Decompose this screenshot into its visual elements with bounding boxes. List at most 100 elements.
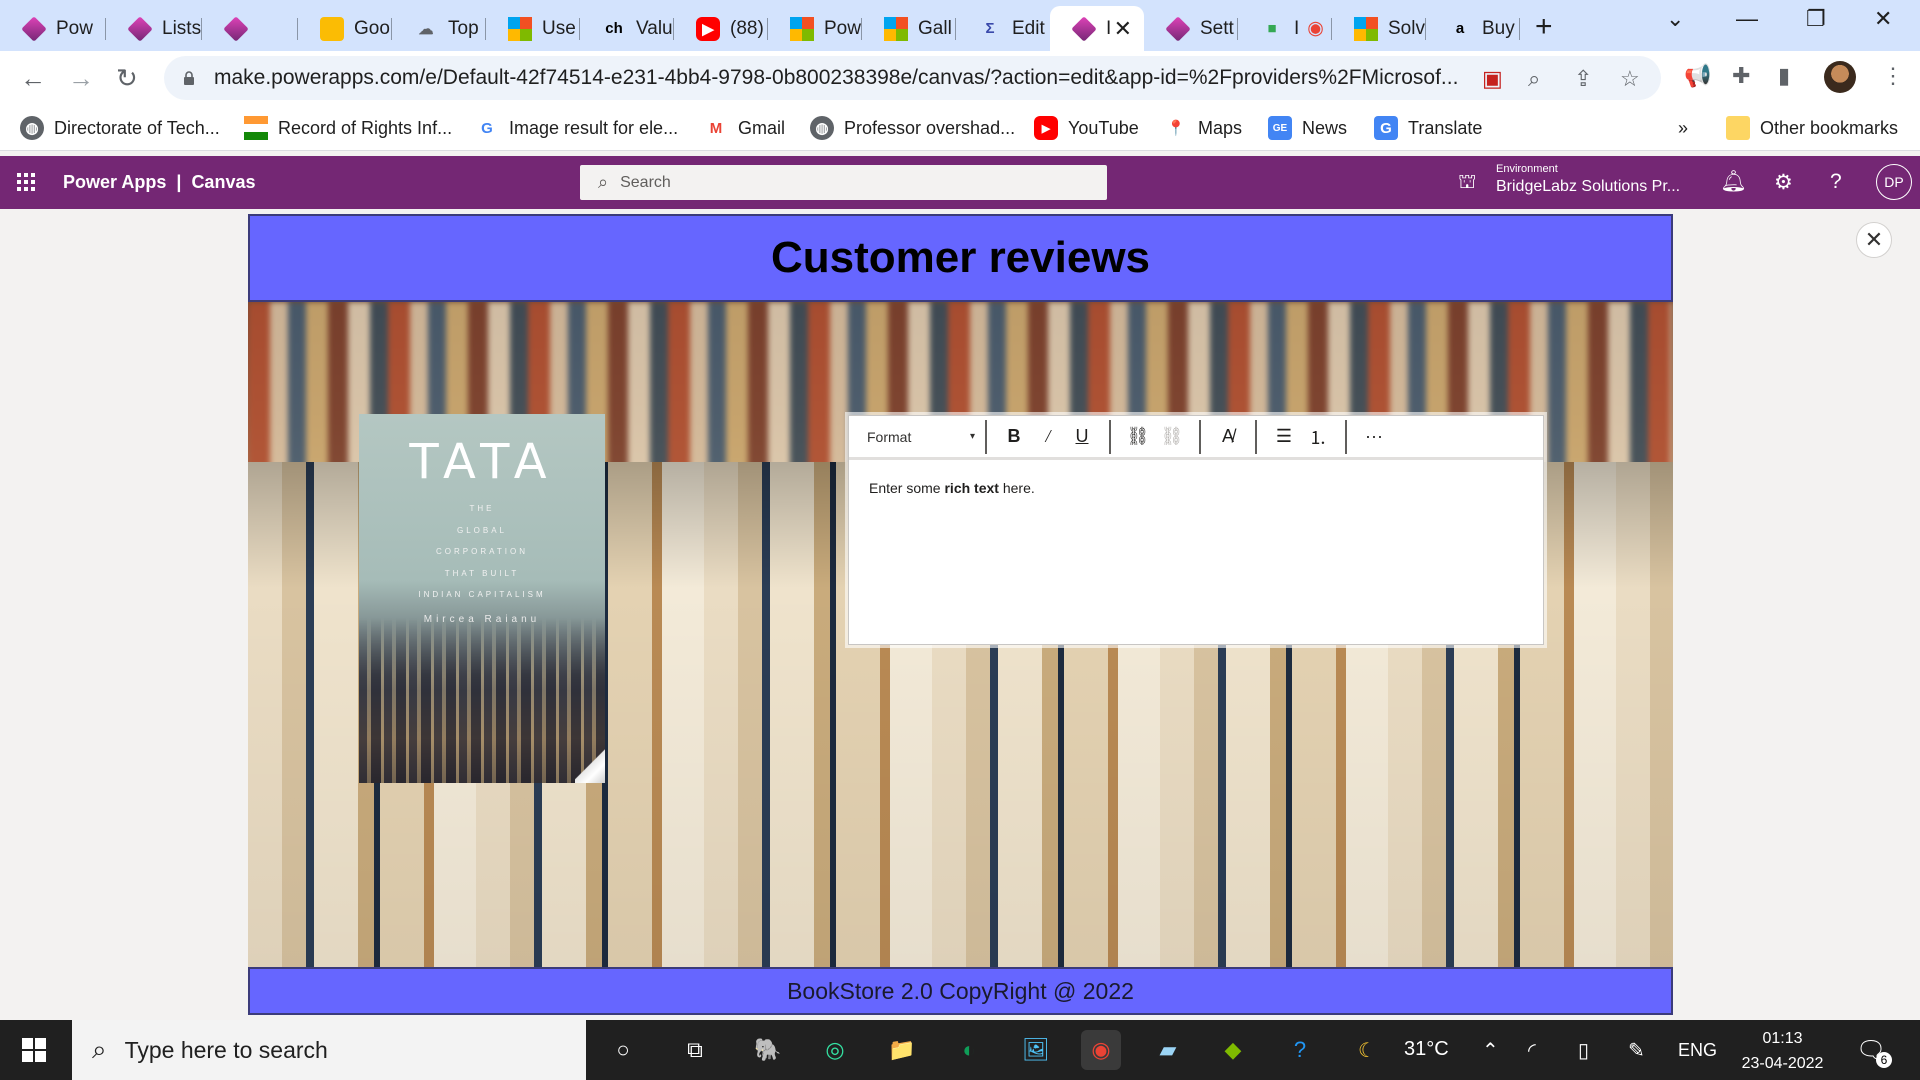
settings-gear-icon[interactable]: ⚙ [1774, 170, 1793, 195]
more-bookmarks-button[interactable]: » [1678, 114, 1688, 142]
editor-content[interactable]: Enter some rich text here. [869, 480, 1035, 496]
tab-8[interactable]: ▶ (88) [674, 6, 768, 51]
tab-active[interactable]: I ✕ [1050, 6, 1144, 51]
taskbar-search-input[interactable]: ⌕ Type here to search [72, 1020, 586, 1080]
help-app-icon[interactable]: ? [1280, 1030, 1320, 1070]
editor-text: Enter some [869, 480, 945, 496]
unlink-icon[interactable]: ⛓ [1155, 422, 1189, 452]
menu-icon[interactable]: ⋮ [1882, 63, 1904, 89]
bookmark-professor[interactable]: ◍ Professor overshad... [810, 114, 1015, 142]
bookmark-translate[interactable]: G Translate [1374, 114, 1482, 142]
tab-2[interactable]: Lists [106, 6, 202, 51]
clear-format-icon[interactable]: A̸ [1211, 422, 1245, 452]
search-placeholder: Search [620, 173, 671, 191]
tab-search-icon[interactable]: ⌄ [1666, 6, 1684, 32]
bookmark-directorate[interactable]: ◍ Directorate of Tech... [20, 114, 220, 142]
address-bar[interactable]: make.powerapps.com/e/Default-42f74514-e2… [164, 56, 1661, 100]
help-icon[interactable]: ? [1830, 170, 1842, 194]
tab-7[interactable]: ch Valu [580, 6, 674, 51]
link-icon[interactable]: ⛓ [1121, 422, 1155, 452]
notepad-icon[interactable]: ▰ [1148, 1030, 1188, 1070]
language-indicator[interactable]: ENG [1678, 1040, 1717, 1061]
megaphone-icon[interactable]: 📢 [1684, 63, 1711, 89]
photos-icon[interactable]: 🖼 [1016, 1030, 1056, 1070]
other-bookmarks-folder[interactable]: Other bookmarks [1726, 114, 1898, 142]
wifi-icon[interactable]: ◜ [1528, 1038, 1536, 1063]
underline-button[interactable]: U [1065, 422, 1099, 452]
lock-icon [184, 71, 194, 85]
italic-button[interactable]: / [1031, 422, 1065, 452]
caret-down-icon: ▾ [969, 431, 975, 442]
bold-button[interactable]: B [997, 422, 1031, 452]
tripadvisor-icon[interactable]: ◎ [815, 1030, 855, 1070]
notifications-bell-icon[interactable]: 🔔︎ [1720, 170, 1747, 194]
chrome-icon[interactable]: ◉ [1081, 1030, 1121, 1070]
zoom-icon[interactable]: ⌕ [1528, 66, 1540, 92]
environment-name[interactable]: BridgeLabz Solutions Pr... [1496, 178, 1680, 196]
tab-15[interactable]: Solv [1332, 6, 1426, 51]
snip-tool-icon[interactable]: ◆ [1213, 1030, 1253, 1070]
rich-text-editor[interactable]: Format ▾ B / U ⛓ ⛓ A̸ ☰ ⒈ ··· Enter some … [848, 415, 1544, 645]
powerapps-search-input[interactable]: ⌕ Search [580, 165, 1107, 200]
cortana-icon[interactable]: ○ [603, 1030, 643, 1070]
user-avatar[interactable]: DP [1876, 164, 1912, 200]
tab-16[interactable]: a Buy [1426, 6, 1520, 51]
google-keep-icon [320, 16, 344, 41]
evernote-icon[interactable]: 🐘 [748, 1030, 788, 1070]
bookmark-news[interactable]: GE News [1268, 114, 1347, 142]
tab-14[interactable]: ■ I ◉ [1238, 6, 1332, 51]
bookmark-star-icon[interactable]: ☆ [1620, 66, 1640, 92]
tab-9[interactable]: Pow [768, 6, 862, 51]
powerapps-header: Power Apps | Canvas ⌕ Search ⛫ Environmen… [0, 156, 1920, 209]
forward-icon[interactable]: → [68, 63, 94, 94]
clock[interactable]: 01:13 23-04-2022 [1735, 1026, 1830, 1076]
pen-icon[interactable]: ✎ [1628, 1038, 1645, 1063]
powerapps-icon [1071, 15, 1097, 42]
close-preview-button[interactable]: ✕ [1856, 222, 1892, 258]
bookmark-maps[interactable]: 📍 Maps [1164, 114, 1242, 142]
task-view-icon[interactable]: ⧉ [675, 1030, 715, 1070]
numbered-list-icon[interactable]: ⒈ [1301, 422, 1335, 452]
bulleted-list-icon[interactable]: ☰ [1267, 422, 1301, 452]
share-icon[interactable]: ⇪ [1574, 66, 1592, 92]
tab-4[interactable]: Goo [298, 6, 392, 51]
bookmark-gmail[interactable]: M Gmail [704, 114, 785, 142]
more-options-icon[interactable]: ··· [1357, 422, 1391, 452]
temperature-text[interactable]: 31°C [1404, 1038, 1449, 1061]
environment-label: Environment [1496, 163, 1558, 175]
battery-icon[interactable]: ▯ [1578, 1038, 1589, 1063]
blocked-popup-icon[interactable]: ▣ [1482, 66, 1503, 92]
tab-5[interactable]: ☁ Top [392, 6, 486, 51]
tab-label: Lists [162, 17, 202, 39]
book-cover-image[interactable]: TATA THE GLOBAL CORPORATION THAT BUILT I… [359, 414, 605, 783]
windows-start-icon[interactable] [22, 1038, 46, 1062]
tab-10[interactable]: Gall [862, 6, 956, 51]
app-launcher-icon[interactable] [17, 173, 35, 191]
close-tab-icon[interactable]: ✕ [1114, 16, 1132, 42]
bookmark-record-of-rights[interactable]: Record of Rights Inf... [244, 114, 452, 142]
page-curl [575, 747, 605, 783]
tab-1[interactable]: Pow [0, 6, 106, 51]
restore-icon[interactable]: ❐ [1806, 6, 1826, 32]
profile-avatar[interactable] [1824, 61, 1856, 93]
minimize-icon[interactable]: — [1736, 6, 1758, 32]
bookmark-youtube[interactable]: ▶ YouTube [1034, 114, 1139, 142]
new-tab-button[interactable]: + [1535, 10, 1553, 44]
edge-icon[interactable]: ◐ [949, 1030, 989, 1070]
close-window-icon[interactable]: ✕ [1874, 6, 1892, 32]
format-dropdown[interactable]: Format ▾ [867, 429, 975, 445]
tab-3[interactable] [202, 6, 298, 51]
extensions-icon[interactable]: ✚ [1732, 63, 1750, 89]
tab-6[interactable]: Use [486, 6, 580, 51]
side-panel-icon[interactable]: ▮ [1778, 63, 1790, 89]
bookmark-image-result[interactable]: G Image result for ele... [475, 114, 678, 142]
reload-icon[interactable]: ↻ [116, 63, 138, 94]
chevron-up-icon[interactable]: ⌃ [1482, 1038, 1499, 1063]
back-icon[interactable]: ← [20, 63, 46, 94]
tab-13[interactable]: Sett [1144, 6, 1238, 51]
weather-icon[interactable]: ☾ [1358, 1038, 1376, 1063]
tab-11[interactable]: Σ Edit [956, 6, 1050, 51]
app-screen: Customer reviews TATA THE GLOBAL CORPORA… [248, 214, 1673, 1015]
file-explorer-icon[interactable]: 📁 [882, 1030, 922, 1070]
globe-icon: ◍ [20, 116, 44, 140]
